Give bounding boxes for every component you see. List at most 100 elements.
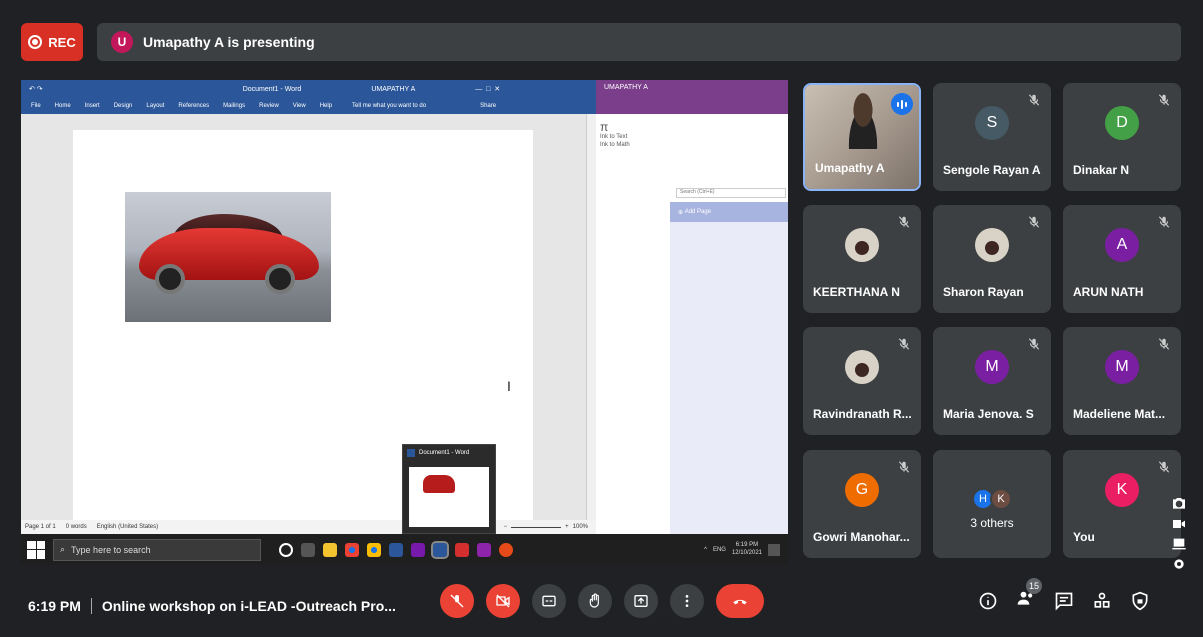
participant-avatar: D bbox=[1105, 106, 1139, 140]
tray-chevron-icon[interactable]: ^ bbox=[704, 547, 707, 553]
word-tab[interactable]: Layout bbox=[146, 103, 164, 109]
word-tab[interactable]: Insert bbox=[85, 103, 100, 109]
file-explorer-icon[interactable] bbox=[323, 542, 337, 557]
ink-math-icon: π bbox=[600, 120, 609, 134]
chrome-icon[interactable] bbox=[345, 542, 359, 557]
video-icon[interactable] bbox=[1171, 516, 1187, 532]
tray-time: 6:19 PM bbox=[735, 541, 759, 548]
participant-avatar: A bbox=[1105, 228, 1139, 262]
task-view-icon[interactable] bbox=[301, 542, 315, 557]
add-page-button[interactable]: ⊕ Add Page bbox=[670, 202, 788, 222]
participant-tile[interactable]: KEERTHANA N bbox=[803, 205, 921, 313]
word-tab[interactable]: Mailings bbox=[223, 103, 245, 109]
captions-button[interactable] bbox=[532, 584, 566, 618]
mic-muted-icon bbox=[1027, 337, 1041, 351]
camera-toggle-button[interactable] bbox=[486, 584, 520, 618]
captions-icon bbox=[542, 595, 556, 607]
participant-tile[interactable]: D Dinakar N bbox=[1063, 83, 1181, 191]
onenote-icon[interactable] bbox=[411, 542, 425, 557]
activities-icon[interactable] bbox=[1092, 591, 1112, 611]
word-tab[interactable]: Review bbox=[259, 103, 279, 109]
notification-icon[interactable] bbox=[768, 543, 780, 556]
recording-button[interactable]: REC bbox=[21, 23, 83, 61]
participant-name: Madeliene Mat... bbox=[1073, 407, 1166, 421]
word-tab[interactable]: Help bbox=[320, 103, 332, 109]
thumbnail-title-text: Document1 - Word bbox=[419, 450, 470, 456]
host-controls-icon[interactable] bbox=[1130, 591, 1150, 611]
participant-name: ARUN NATH bbox=[1073, 285, 1144, 299]
onenote-search-input[interactable]: Search (Ctrl+E) bbox=[676, 188, 786, 198]
hand-icon bbox=[589, 593, 599, 608]
mic-toggle-button[interactable] bbox=[440, 584, 474, 618]
thumbnail-car bbox=[423, 475, 455, 493]
participant-name: Ravindranath R... bbox=[813, 407, 912, 421]
ink-to-math-label[interactable]: Ink to Math bbox=[600, 142, 660, 149]
word-scrollbar[interactable] bbox=[586, 114, 596, 520]
participant-tile[interactable]: Umapathy A bbox=[803, 83, 921, 191]
gallery-icon[interactable] bbox=[1171, 536, 1187, 552]
zoom-slider[interactable]: − + 100% bbox=[504, 524, 588, 530]
windows-start-icon[interactable] bbox=[27, 540, 45, 559]
others-avatars: HK bbox=[972, 488, 1012, 510]
mic-muted-icon bbox=[1157, 215, 1171, 229]
people-button[interactable]: 15 bbox=[1016, 578, 1042, 613]
plus-icon: ⊕ bbox=[678, 209, 685, 216]
meeting-time: 6:19 PM bbox=[28, 598, 81, 614]
participant-photo-avatar bbox=[975, 228, 1009, 262]
participant-tile[interactable]: G Gowri Manohar... bbox=[803, 450, 921, 558]
app-purple-icon[interactable] bbox=[477, 542, 491, 557]
chat-icon[interactable] bbox=[1054, 591, 1074, 611]
more-options-button[interactable] bbox=[670, 584, 704, 618]
taskbar-thumbnail[interactable]: Document1 - Word bbox=[402, 444, 496, 534]
participant-tile[interactable]: A ARUN NATH bbox=[1063, 205, 1181, 313]
tray-lang[interactable]: ENG bbox=[713, 547, 726, 553]
windows-taskbar: ⌕ Type here to search ^ ENG 6:19 PM 12/1… bbox=[21, 534, 788, 565]
leave-call-button[interactable] bbox=[716, 584, 764, 618]
word-icon[interactable] bbox=[431, 540, 449, 559]
mini-avatar: K bbox=[990, 488, 1012, 510]
mic-muted-icon bbox=[1157, 93, 1171, 107]
camera-off-icon bbox=[496, 594, 510, 608]
participant-avatar: S bbox=[975, 106, 1009, 140]
share-button[interactable]: Share bbox=[480, 103, 496, 109]
participant-avatar: M bbox=[975, 350, 1009, 384]
word-status-bar: Page 1 of 1 0 words English (United Stat… bbox=[21, 520, 596, 534]
tray-date: 12/10/2021 bbox=[731, 549, 762, 556]
word-tab[interactable]: Home bbox=[55, 103, 71, 109]
tell-me-input[interactable]: Tell me what you want to do bbox=[352, 103, 426, 109]
mic-muted-icon bbox=[897, 337, 911, 351]
window-controls-icon: — □ ✕ bbox=[475, 86, 501, 93]
powerpoint-icon[interactable] bbox=[499, 542, 513, 557]
participant-tile[interactable]: Ravindranath R... bbox=[803, 327, 921, 435]
participant-tile[interactable]: Sharon Rayan bbox=[933, 205, 1051, 313]
participant-tile[interactable]: M Madeliene Mat... bbox=[1063, 327, 1181, 435]
tray-clock[interactable]: 6:19 PM 12/10/2021 bbox=[732, 542, 762, 558]
word-tab[interactable]: Design bbox=[114, 103, 133, 109]
meet-window: REC U Umapathy A is presenting ↶ ↷ Docum… bbox=[0, 0, 1203, 637]
mic-muted-icon bbox=[897, 460, 911, 474]
participant-tile[interactable]: S Sengole Rayan A bbox=[933, 83, 1051, 191]
present-button[interactable] bbox=[624, 584, 658, 618]
system-tray: ^ ENG 6:19 PM 12/10/2021 bbox=[704, 542, 780, 558]
acrobat-icon[interactable] bbox=[455, 542, 469, 557]
onenote-panel: π Ink to Text Ink to Math Search (Ctrl+E… bbox=[596, 114, 788, 534]
chrome-alt-icon[interactable] bbox=[367, 542, 381, 557]
app-icon[interactable] bbox=[389, 542, 403, 557]
meeting-info: 6:19 PM Online workshop on i-LEAD -Outre… bbox=[28, 598, 396, 614]
participant-name: Sharon Rayan bbox=[943, 285, 1024, 299]
word-tab[interactable]: File bbox=[31, 103, 41, 109]
cortana-icon[interactable] bbox=[279, 542, 293, 557]
speaking-indicator-icon bbox=[891, 93, 913, 115]
mic-muted-icon bbox=[1027, 93, 1041, 107]
participant-tile[interactable]: M Maria Jenova. S bbox=[933, 327, 1051, 435]
word-icon bbox=[407, 449, 415, 457]
word-tab[interactable]: References bbox=[178, 103, 209, 109]
info-icon[interactable] bbox=[978, 591, 998, 611]
camera-icon[interactable] bbox=[1171, 496, 1187, 512]
word-tab[interactable]: View bbox=[293, 103, 306, 109]
ink-to-text-label[interactable]: Ink to Text bbox=[600, 134, 660, 141]
raise-hand-button[interactable] bbox=[578, 584, 612, 618]
gear-icon[interactable] bbox=[1171, 556, 1187, 572]
taskbar-search-input[interactable]: ⌕ Type here to search bbox=[53, 538, 261, 561]
participant-tile[interactable]: HK 3 others bbox=[933, 450, 1051, 558]
